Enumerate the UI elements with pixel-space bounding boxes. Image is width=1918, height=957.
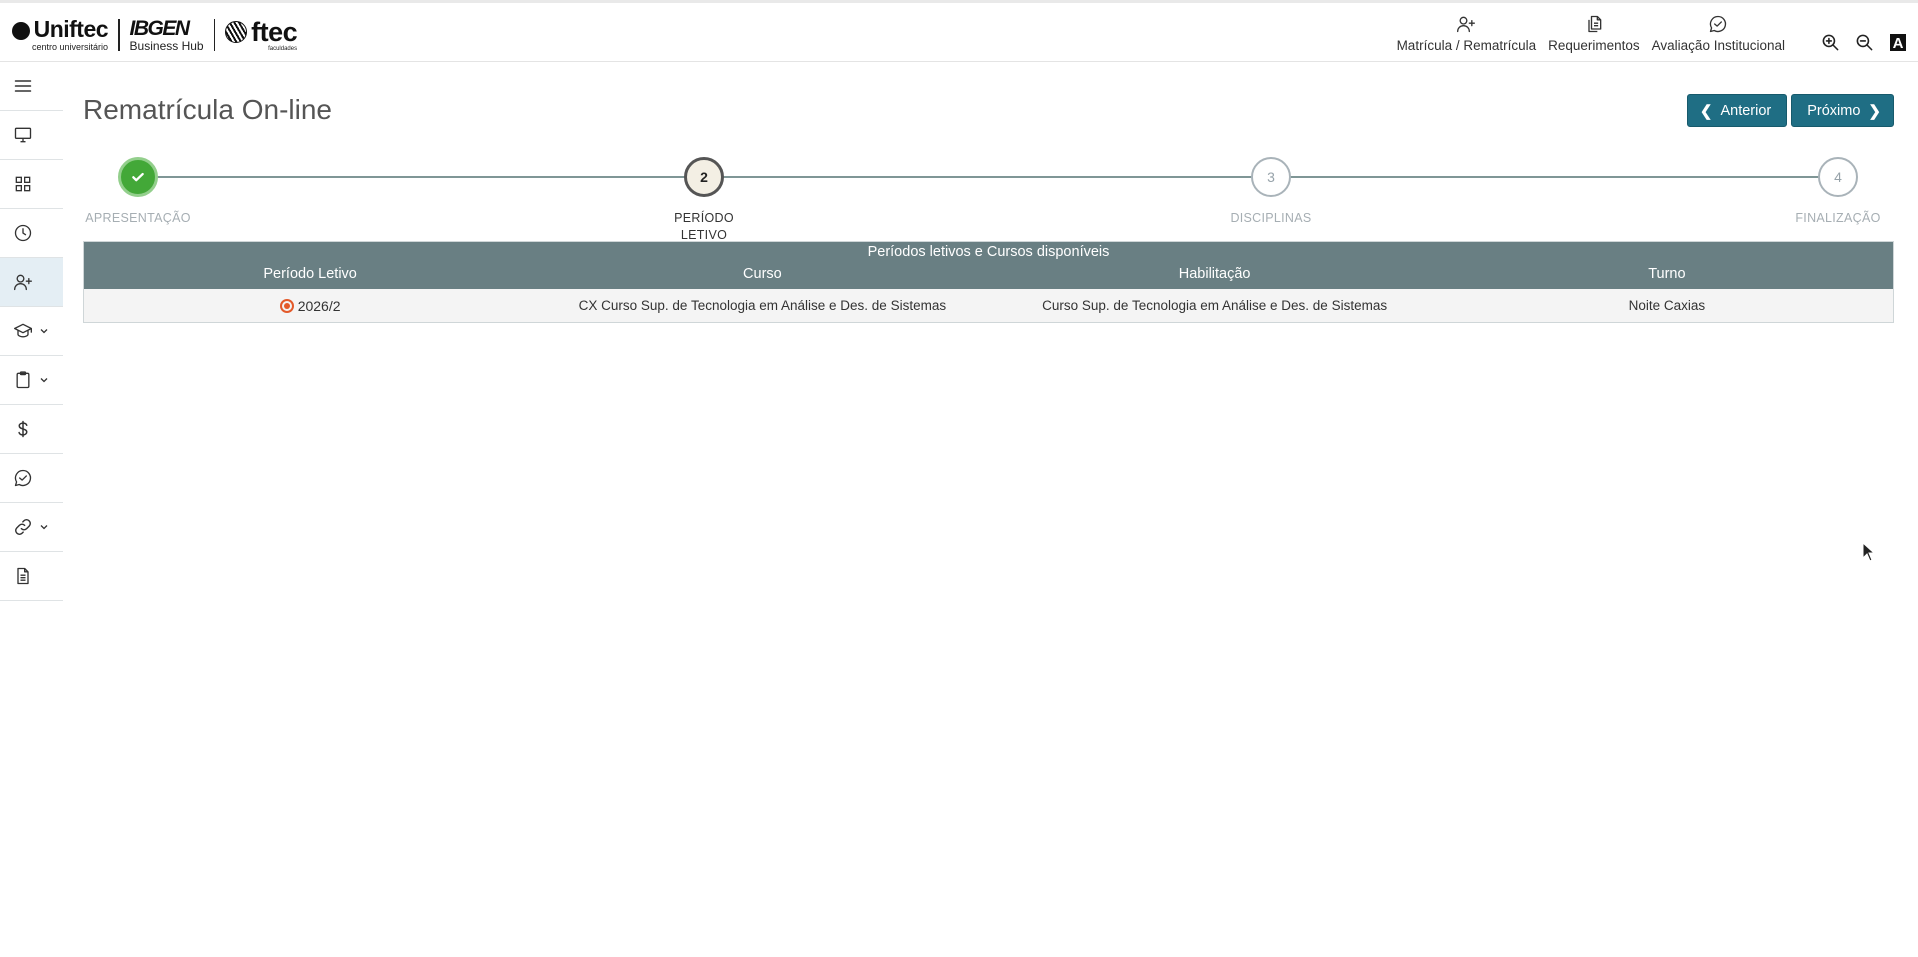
top-navigation: Matrícula / Rematrícula Requerimentos Av… [1391,3,1918,61]
sidebar-item-dashboard[interactable] [0,111,63,160]
nav-matricula-label: Matrícula / Rematrícula [1396,38,1537,53]
step-navigation: ❮ Anterior Próximo ❯ [1686,94,1894,127]
chevron-left-icon: ❮ [1699,102,1713,120]
step-finalizacao[interactable]: 4 FINALIZAÇÃO [1783,157,1893,227]
ftec-logo-mark-icon [225,21,248,43]
table-row[interactable]: 2026/2 CX Curso Sup. de Tecnologia em An… [84,289,1893,322]
top-header: Uniftec centro universitário IBGEN Busin… [0,0,1918,62]
sidebar-item-links[interactable] [0,503,63,552]
step-circle: 4 [1818,157,1858,197]
nav-matricula-rematricula[interactable]: Matrícula / Rematrícula [1396,3,1537,53]
contrast-button[interactable]: A [1881,34,1915,52]
chevron-down-icon [40,378,48,383]
logo-ftec[interactable]: ftec faculdades [225,16,298,52]
step-apresentacao[interactable]: APRESENTAÇÃO [83,157,193,227]
sidebar [0,62,63,601]
column-header-turno: Turno [1648,266,1686,282]
periods-table: Períodos letivos e Cursos disponíveis Pe… [83,241,1894,323]
previous-button[interactable]: ❮ Anterior [1686,94,1788,127]
nav-requerimentos-label: Requerimentos [1548,38,1640,53]
menu-icon [14,80,32,92]
sidebar-item-relatorios[interactable] [0,552,63,601]
step-label: DISCIPLINAS [1230,211,1312,225]
column-header-periodo: Período Letivo [263,266,357,282]
link-icon [15,519,31,535]
mouse-cursor-icon [1862,542,1876,562]
documents-icon [1588,15,1602,33]
check-icon [132,172,144,182]
grid-icon [15,176,31,192]
column-header-curso: Curso [743,266,782,282]
graduation-cap-icon [14,323,32,338]
step-label: FINALIZAÇÃO [1795,211,1881,225]
sidebar-item-documentos[interactable] [0,356,63,405]
contrast-icon: A [1890,34,1906,52]
sidebar-item-matricula[interactable] [0,258,63,307]
previous-button-label: Anterior [1720,102,1772,119]
period-value: 2026/2 [297,297,341,314]
sidebar-item-history[interactable] [0,209,63,258]
logo-ibgen[interactable]: IBGEN Business Hub [130,18,204,52]
cell-habilitacao: Curso Sup. de Tecnologia em Análise e De… [1042,298,1388,313]
cell-periodo: 2026/2 [84,298,536,314]
dollar-icon [18,420,28,438]
stepper-track [138,176,1841,178]
logo-uniftec[interactable]: Uniftec centro universitário [12,16,109,52]
step-periodo-letivo[interactable]: 2 PERÍODO LETIVO [649,157,759,244]
zoom-in-icon [1822,34,1838,51]
logo-ftec-name: ftec [251,16,298,47]
nav-requerimentos[interactable]: Requerimentos [1548,3,1640,53]
accessibility-tools: A [1813,33,1915,52]
table-header: Período Letivo Curso Habilitação Turno [84,264,1893,289]
column-header-habilitacao: Habilitação [1178,266,1251,282]
zoom-out-button[interactable] [1847,33,1881,52]
logo-divider [213,19,216,51]
clipboard-icon [16,371,30,389]
logo-divider [118,19,120,51]
page-title: Rematrícula On-line [83,94,332,125]
clock-icon [14,224,32,242]
table-caption: Períodos letivos e Cursos disponíveis [84,242,1893,264]
period-radio-selected[interactable] [279,298,294,313]
user-plus-icon [14,274,32,291]
zoom-out-icon [1856,34,1872,51]
logo-uniftec-sub: centro universitário [32,42,109,52]
cell-turno: Noite Caxias [1628,298,1706,313]
sidebar-menu-toggle[interactable] [0,62,63,111]
chevron-down-icon [40,525,48,530]
logo-ftec-sub: faculdades [268,45,298,52]
monitor-icon [14,127,32,143]
next-button-label: Próximo [1807,102,1861,119]
progress-stepper: APRESENTAÇÃO 2 PERÍODO LETIVO 3 DISCIPLI… [83,155,1895,242]
brand-logos[interactable]: Uniftec centro universitário IBGEN Busin… [12,13,298,57]
cell-curso: CX Curso Sup. de Tecnologia em Análise e… [578,298,947,313]
step-circle [118,157,158,197]
step-circle: 3 [1251,157,1291,197]
sidebar-item-academico[interactable] [0,307,63,356]
sidebar-item-apps[interactable] [0,160,63,209]
uniftec-logo-mark-icon [12,22,30,40]
step-circle: 2 [684,157,724,197]
logo-uniftec-name: Uniftec [33,16,109,42]
document-icon [17,567,29,585]
logo-ibgen-sub: Business Hub [129,39,204,53]
chevron-right-icon: ❯ [1868,102,1881,120]
nav-avaliacao-institucional[interactable]: Avaliação Institucional [1652,3,1785,53]
sidebar-item-financeiro[interactable] [0,405,63,454]
nav-avaliacao-label: Avaliação Institucional [1651,38,1785,53]
chevron-down-icon [40,329,48,334]
step-label: APRESENTAÇÃO [85,211,191,225]
next-button[interactable]: Próximo ❯ [1791,94,1894,127]
user-plus-icon [1457,16,1476,33]
step-disciplinas[interactable]: 3 DISCIPLINAS [1216,157,1326,227]
logo-ibgen-name: IBGEN [129,17,191,40]
sidebar-item-avaliacao[interactable] [0,454,63,503]
zoom-in-button[interactable] [1813,33,1847,52]
step-label: PERÍODO LETIVO [674,211,734,242]
chat-check-icon [14,469,32,487]
chat-check-icon [1710,15,1727,33]
